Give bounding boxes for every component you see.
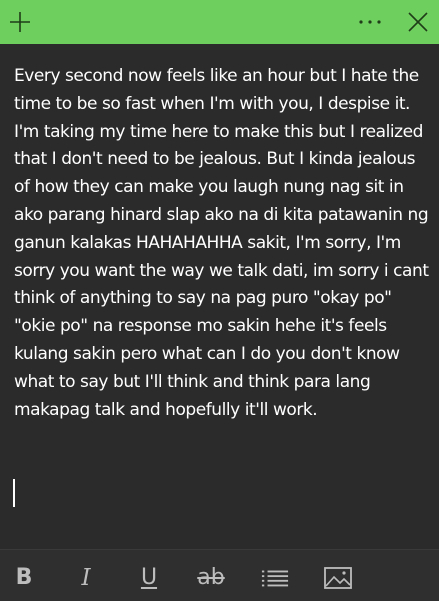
sticky-note-window: Every second now feels like an hour but … bbox=[0, 0, 439, 601]
bullet-list-button[interactable] bbox=[261, 564, 289, 592]
more-options-icon bbox=[359, 20, 381, 24]
strikethrough-button[interactable]: ab bbox=[197, 564, 225, 592]
add-note-button[interactable] bbox=[0, 0, 40, 44]
plus-icon bbox=[10, 12, 30, 32]
image-icon bbox=[324, 567, 352, 589]
bold-button[interactable]: B bbox=[10, 564, 38, 592]
italic-button[interactable]: I bbox=[72, 564, 100, 592]
text-caret bbox=[13, 479, 15, 507]
close-button[interactable] bbox=[397, 0, 439, 44]
close-icon bbox=[408, 12, 428, 32]
underline-button[interactable]: U bbox=[135, 564, 163, 592]
title-bar bbox=[0, 0, 439, 44]
bullet-list-icon bbox=[261, 570, 289, 587]
note-text-area[interactable]: Every second now feels like an hour but … bbox=[14, 63, 429, 424]
formatting-toolbar: B I U ab bbox=[0, 549, 439, 601]
insert-image-button[interactable] bbox=[324, 564, 352, 592]
more-options-button[interactable] bbox=[350, 0, 390, 44]
